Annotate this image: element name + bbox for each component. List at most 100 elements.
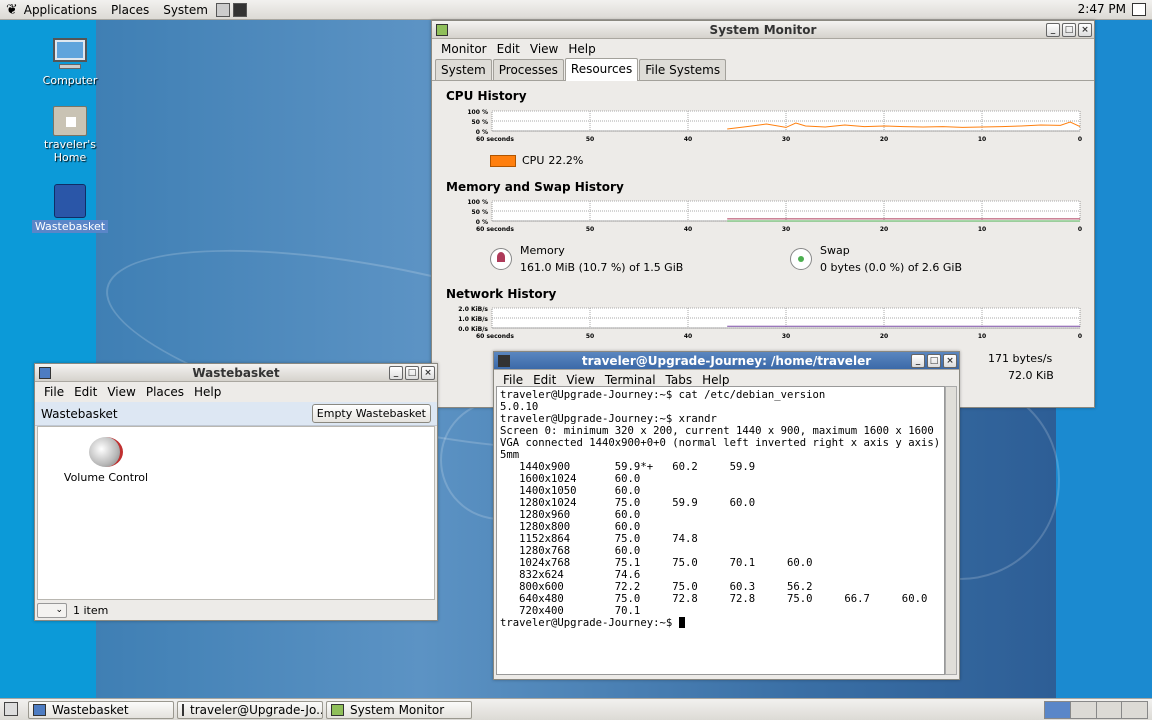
view-switcher[interactable]: ⌄ <box>37 602 67 618</box>
menu-help[interactable]: Help <box>189 385 226 399</box>
task-label: traveler@Upgrade-Jo... <box>190 703 323 717</box>
minimize-button[interactable]: _ <box>1046 23 1060 37</box>
x-tick-label: 30 <box>782 136 790 143</box>
task-label: System Monitor <box>350 703 445 717</box>
workspace-switcher[interactable] <box>1044 701 1148 719</box>
menu-help[interactable]: Help <box>563 42 600 56</box>
terminal-line: 1024x768 75.1 75.0 70.1 60.0 <box>500 557 813 569</box>
y-tick-label: 1.0 KiB/s <box>458 316 488 323</box>
terminal-line: 1280x768 60.0 <box>500 545 641 557</box>
menu-file[interactable]: File <box>498 373 528 387</box>
memory-pie-icon[interactable] <box>490 248 512 270</box>
menu-places[interactable]: Places <box>141 385 189 399</box>
workspace-1[interactable] <box>1045 702 1071 718</box>
network-history-graph: 2.0 KiB/s 1.0 KiB/s 0.0 KiB/s60 seconds 50 4… <box>458 306 1082 340</box>
y-tick-label: 100 % <box>467 199 488 206</box>
task-wastebasket[interactable]: Wastebasket <box>28 701 174 719</box>
menu-edit[interactable]: Edit <box>492 42 525 56</box>
terminal-line: VGA connected 1440x900+0+0 (normal left … <box>500 437 941 449</box>
minimize-button[interactable]: _ <box>389 366 403 380</box>
workspace-2[interactable] <box>1070 702 1097 718</box>
file-view[interactable]: Volume Control <box>37 426 435 600</box>
cpu-color-swatch[interactable] <box>490 154 516 167</box>
location-label: Wastebasket <box>41 406 118 421</box>
workspace-3[interactable] <box>1096 702 1123 718</box>
system-monitor-window[interactable]: System Monitor _ □ × Monitor Edit View H… <box>431 20 1095 408</box>
maximize-button[interactable]: □ <box>405 366 419 380</box>
workspace-4[interactable] <box>1122 702 1147 718</box>
swap-pie-icon[interactable] <box>790 248 812 270</box>
item-count: 1 item <box>73 603 109 617</box>
terminal-window[interactable]: traveler@Upgrade-Journey: /home/traveler… <box>493 351 960 680</box>
terminal-titlebar[interactable]: traveler@Upgrade-Journey: /home/traveler… <box>494 352 959 370</box>
tab-resources[interactable]: Resources <box>564 58 639 81</box>
memory-legend: Memory 161.0 MiB (10.7 %) of 1.5 GiB <box>490 244 683 274</box>
menu-edit[interactable]: Edit <box>528 373 561 387</box>
terminal-line: 1152x864 75.0 74.8 <box>500 533 698 545</box>
cpu-legend-value: 22.2% <box>548 154 584 167</box>
terminal-launcher-icon[interactable] <box>232 2 247 17</box>
minimize-button[interactable]: _ <box>911 354 925 368</box>
show-desktop-button[interactable] <box>4 702 18 716</box>
terminal-line: 1440x900 59.9*+ 60.2 59.9 <box>500 461 756 473</box>
network-history-title: Network History <box>446 287 557 301</box>
wastebasket-task-icon <box>33 704 46 716</box>
applications-menu[interactable]: Applications <box>24 3 97 17</box>
tab-file-systems[interactable]: File Systems <box>639 59 727 80</box>
clock[interactable]: 2:47 PM <box>1078 2 1126 16</box>
tab-processes[interactable]: Processes <box>492 59 564 80</box>
system-monitor-menubar: Monitor Edit View Help <box>432 39 1094 59</box>
menu-file[interactable]: File <box>39 385 69 399</box>
menu-tabs[interactable]: Tabs <box>661 373 698 387</box>
close-button[interactable]: × <box>943 354 957 368</box>
network-rate: 171 bytes/s <box>988 352 1053 365</box>
system-monitor-tabs: System Processes Resources File Systems <box>432 58 1094 81</box>
terminal-scrollbar[interactable] <box>945 386 957 675</box>
terminal-line: 800x600 72.2 75.0 60.3 56.2 <box>500 581 813 593</box>
show-desktop-icon[interactable] <box>1132 3 1146 16</box>
terminal-output[interactable]: traveler@Upgrade-Journey:~$ cat /etc/deb… <box>496 386 945 675</box>
system-monitor-app-icon <box>436 24 448 36</box>
y-tick-label: 100 % <box>467 109 488 116</box>
location-bar: Wastebasket Empty Wastebasket <box>35 402 437 426</box>
system-monitor-task-icon <box>331 704 344 716</box>
x-tick-label: 0 <box>1078 333 1082 340</box>
menu-help[interactable]: Help <box>697 373 734 387</box>
task-system-monitor[interactable]: System Monitor <box>326 701 472 719</box>
places-menu[interactable]: Places <box>111 3 149 17</box>
wastebasket-window[interactable]: Wastebasket _ □ × File Edit View Places … <box>34 363 438 621</box>
maximize-button[interactable]: □ <box>927 354 941 368</box>
x-tick-label: 50 <box>586 136 594 143</box>
menu-monitor[interactable]: Monitor <box>436 42 492 56</box>
menu-terminal[interactable]: Terminal <box>600 373 661 387</box>
x-tick-label: 20 <box>880 226 888 233</box>
file-item[interactable]: Volume Control <box>58 437 154 484</box>
maximize-button[interactable]: □ <box>1062 23 1076 37</box>
x-tick-label: 50 <box>586 226 594 233</box>
swap-label: Swap <box>820 244 850 257</box>
terminal-line: 1600x1024 60.0 <box>500 473 641 485</box>
wastebasket-titlebar[interactable]: Wastebasket _ □ × <box>35 364 437 382</box>
menu-view[interactable]: View <box>102 385 140 399</box>
x-tick-label: 10 <box>978 333 986 340</box>
monitor-launcher-icon[interactable] <box>215 2 230 17</box>
empty-wastebasket-button[interactable]: Empty Wastebasket <box>311 404 431 423</box>
system-monitor-titlebar[interactable]: System Monitor _ □ × <box>432 21 1094 39</box>
y-tick-label: 0 % <box>476 129 488 136</box>
menu-edit[interactable]: Edit <box>69 385 102 399</box>
menu-view[interactable]: View <box>561 373 599 387</box>
terminal-line: 1280x800 60.0 <box>500 521 641 533</box>
tab-system[interactable]: System <box>435 59 492 80</box>
cpu-history-graph: 100 % 50 % 0 %60 seconds 50 40 30 20 10 0 <box>467 109 1082 143</box>
desktop-icon-computer[interactable]: Computer <box>30 36 110 87</box>
close-button[interactable]: × <box>1078 23 1092 37</box>
foot-icon[interactable]: ❦ <box>6 2 18 18</box>
desktop-icon-home[interactable]: traveler's Home <box>30 106 110 164</box>
close-button[interactable]: × <box>421 366 435 380</box>
task-terminal[interactable]: traveler@Upgrade-Jo... <box>177 701 323 719</box>
menu-view[interactable]: View <box>525 42 563 56</box>
cpu-legend-label: CPU <box>522 154 545 167</box>
desktop-icon-wastebasket[interactable]: Wastebasket <box>30 184 110 233</box>
system-menu[interactable]: System <box>163 3 208 17</box>
swap-value: 0 bytes (0.0 %) of 2.6 GiB <box>820 261 963 274</box>
